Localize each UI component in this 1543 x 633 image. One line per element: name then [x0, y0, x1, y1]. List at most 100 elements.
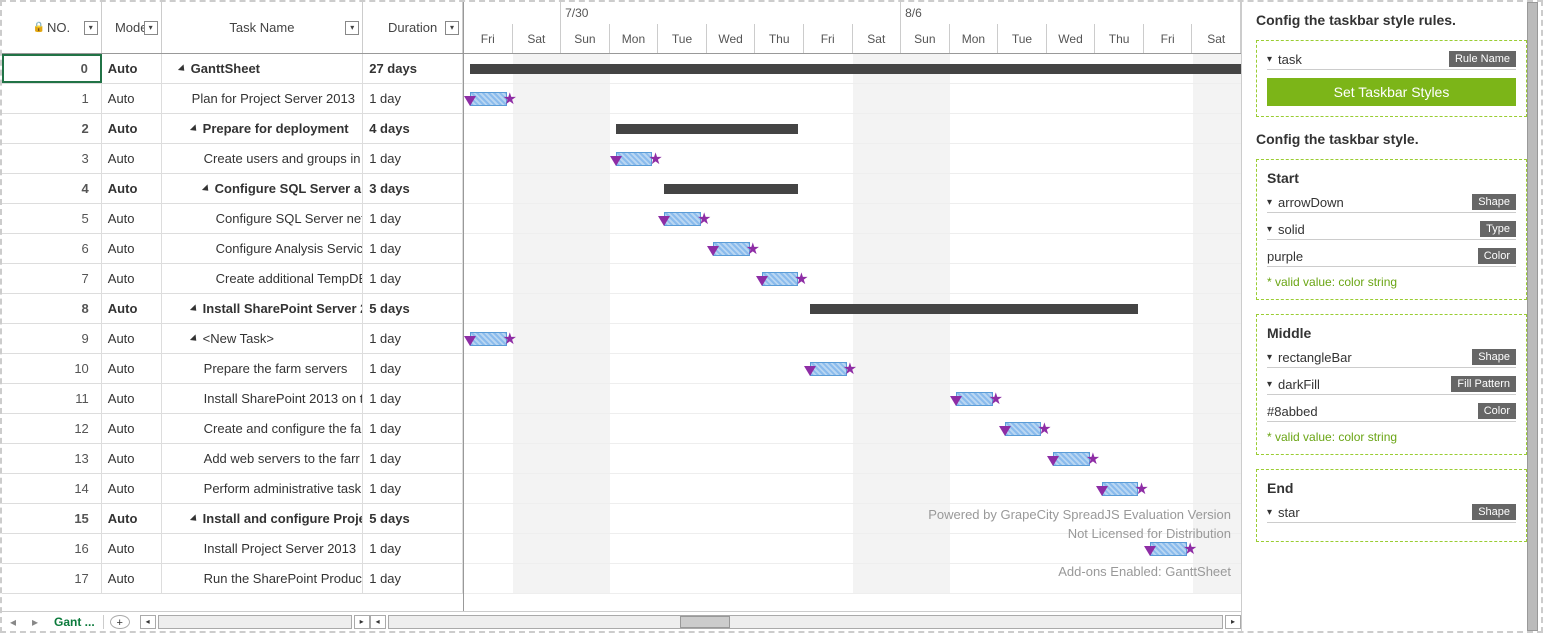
- summary-bar[interactable]: [664, 184, 798, 194]
- table-row[interactable]: 11AutoInstall SharePoint 2013 on t1 day: [2, 384, 463, 414]
- row-number[interactable]: 10: [2, 354, 102, 383]
- cell-duration[interactable]: 1 day: [363, 144, 463, 173]
- collapse-icon[interactable]: [190, 334, 199, 343]
- cell-task-name[interactable]: Create users and groups in: [162, 144, 364, 173]
- table-row[interactable]: 7AutoCreate additional TempDB1 day: [2, 264, 463, 294]
- sheet-tab[interactable]: Gant ...: [46, 615, 104, 629]
- row-number[interactable]: 16: [2, 534, 102, 563]
- summary-bar[interactable]: [810, 304, 1138, 314]
- row-number[interactable]: 15: [2, 504, 102, 533]
- row-number[interactable]: 5: [2, 204, 102, 233]
- filter-button-mode[interactable]: ▾: [144, 21, 158, 35]
- tab-prev-button[interactable]: ◂: [2, 615, 24, 629]
- cell-duration[interactable]: 1 day: [363, 354, 463, 383]
- cell-duration[interactable]: 1 day: [363, 564, 463, 593]
- row-number[interactable]: 17: [2, 564, 102, 593]
- middle-fill-select[interactable]: ▾ darkFill Fill Pattern: [1267, 376, 1516, 395]
- cell-duration[interactable]: 1 day: [363, 534, 463, 563]
- table-row[interactable]: 12AutoCreate and configure the fa1 day: [2, 414, 463, 444]
- table-row[interactable]: 9Auto<New Task>1 day: [2, 324, 463, 354]
- tab-next-button[interactable]: ▸: [24, 615, 46, 629]
- table-row[interactable]: 13AutoAdd web servers to the farr1 day: [2, 444, 463, 474]
- cell-mode[interactable]: Auto: [102, 444, 162, 473]
- filter-button-name[interactable]: ▾: [345, 21, 359, 35]
- cell-duration[interactable]: 1 day: [363, 444, 463, 473]
- row-number[interactable]: 9: [2, 324, 102, 353]
- cell-mode[interactable]: Auto: [102, 354, 162, 383]
- cell-task-name[interactable]: Configure SQL Server and A: [162, 174, 364, 203]
- row-number[interactable]: 0: [2, 54, 102, 83]
- cell-mode[interactable]: Auto: [102, 504, 162, 533]
- cell-task-name[interactable]: Prepare for deployment: [162, 114, 364, 143]
- table-row[interactable]: 5AutoConfigure SQL Server netw1 day: [2, 204, 463, 234]
- cell-duration[interactable]: 5 days: [363, 294, 463, 323]
- row-number[interactable]: 3: [2, 144, 102, 173]
- cell-mode[interactable]: Auto: [102, 564, 162, 593]
- row-number[interactable]: 2: [2, 114, 102, 143]
- table-row[interactable]: 1AutoPlan for Project Server 20131 day: [2, 84, 463, 114]
- table-row[interactable]: 14AutoPerform administrative task1 day: [2, 474, 463, 504]
- cell-task-name[interactable]: Run the SharePoint Produc: [162, 564, 364, 593]
- row-number[interactable]: 1: [2, 84, 102, 113]
- cell-task-name[interactable]: Install SharePoint Server 20: [162, 294, 364, 323]
- cell-mode[interactable]: Auto: [102, 234, 162, 263]
- cell-task-name[interactable]: Configure SQL Server netw: [162, 204, 364, 233]
- middle-shape-select[interactable]: ▾ rectangleBar Shape: [1267, 349, 1516, 368]
- col-header-duration[interactable]: Duration ▾: [363, 2, 463, 53]
- row-number[interactable]: 4: [2, 174, 102, 203]
- table-row[interactable]: 15AutoInstall and configure Project5 day…: [2, 504, 463, 534]
- cell-duration[interactable]: 1 day: [363, 414, 463, 443]
- cell-duration[interactable]: 27 days: [363, 54, 463, 83]
- cell-task-name[interactable]: Create additional TempDB: [162, 264, 364, 293]
- collapse-icon[interactable]: [202, 184, 211, 193]
- row-number[interactable]: 8: [2, 294, 102, 323]
- cell-task-name[interactable]: Install Project Server 2013: [162, 534, 364, 563]
- cell-mode[interactable]: Auto: [102, 474, 162, 503]
- cell-duration[interactable]: 1 day: [363, 234, 463, 263]
- row-number[interactable]: 6: [2, 234, 102, 263]
- table-row[interactable]: 10AutoPrepare the farm servers1 day: [2, 354, 463, 384]
- filter-button-duration[interactable]: ▾: [445, 21, 459, 35]
- table-scroll-right[interactable]: ▸: [354, 615, 370, 629]
- cell-task-name[interactable]: Add web servers to the farr: [162, 444, 364, 473]
- cell-task-name[interactable]: Perform administrative task: [162, 474, 364, 503]
- cell-duration[interactable]: 4 days: [363, 114, 463, 143]
- cell-mode[interactable]: Auto: [102, 174, 162, 203]
- cell-duration[interactable]: 1 day: [363, 384, 463, 413]
- col-header-mode[interactable]: Mode ▾: [102, 2, 162, 53]
- table-scroll-left[interactable]: ◂: [140, 615, 156, 629]
- cell-mode[interactable]: Auto: [102, 264, 162, 293]
- cell-mode[interactable]: Auto: [102, 54, 162, 83]
- collapse-icon[interactable]: [178, 64, 187, 73]
- row-number[interactable]: 12: [2, 414, 102, 443]
- table-row[interactable]: 0AutoGanttSheet27 days: [2, 54, 463, 84]
- cell-mode[interactable]: Auto: [102, 384, 162, 413]
- cell-mode[interactable]: Auto: [102, 204, 162, 233]
- cell-mode[interactable]: Auto: [102, 84, 162, 113]
- cell-duration[interactable]: 1 day: [363, 324, 463, 353]
- cell-duration[interactable]: 1 day: [363, 204, 463, 233]
- table-row[interactable]: 3AutoCreate users and groups in1 day: [2, 144, 463, 174]
- set-taskbar-styles-button[interactable]: Set Taskbar Styles: [1267, 78, 1516, 106]
- start-color-input[interactable]: purple Color: [1267, 248, 1516, 267]
- table-scroll-track[interactable]: [158, 615, 352, 629]
- table-row[interactable]: 17AutoRun the SharePoint Produc1 day: [2, 564, 463, 594]
- table-row[interactable]: 2AutoPrepare for deployment4 days: [2, 114, 463, 144]
- row-number[interactable]: 14: [2, 474, 102, 503]
- rule-select-row[interactable]: ▾ task Rule Name: [1267, 51, 1516, 70]
- cell-mode[interactable]: Auto: [102, 534, 162, 563]
- cell-duration[interactable]: 5 days: [363, 504, 463, 533]
- cell-mode[interactable]: Auto: [102, 294, 162, 323]
- table-row[interactable]: 8AutoInstall SharePoint Server 205 days: [2, 294, 463, 324]
- cell-mode[interactable]: Auto: [102, 414, 162, 443]
- table-row[interactable]: 16AutoInstall Project Server 20131 day: [2, 534, 463, 564]
- gantt-chart[interactable]: 7/308/6 FriSatSunMonTueWedThuFriSatSunMo…: [464, 2, 1241, 611]
- cell-task-name[interactable]: Install SharePoint 2013 on t: [162, 384, 364, 413]
- summary-bar[interactable]: [616, 124, 798, 134]
- row-number[interactable]: 11: [2, 384, 102, 413]
- middle-color-input[interactable]: #8abbed Color: [1267, 403, 1516, 422]
- cell-task-name[interactable]: GanttSheet: [162, 54, 364, 83]
- gantt-scroll-track[interactable]: [388, 615, 1223, 629]
- row-number[interactable]: 13: [2, 444, 102, 473]
- collapse-icon[interactable]: [190, 304, 199, 313]
